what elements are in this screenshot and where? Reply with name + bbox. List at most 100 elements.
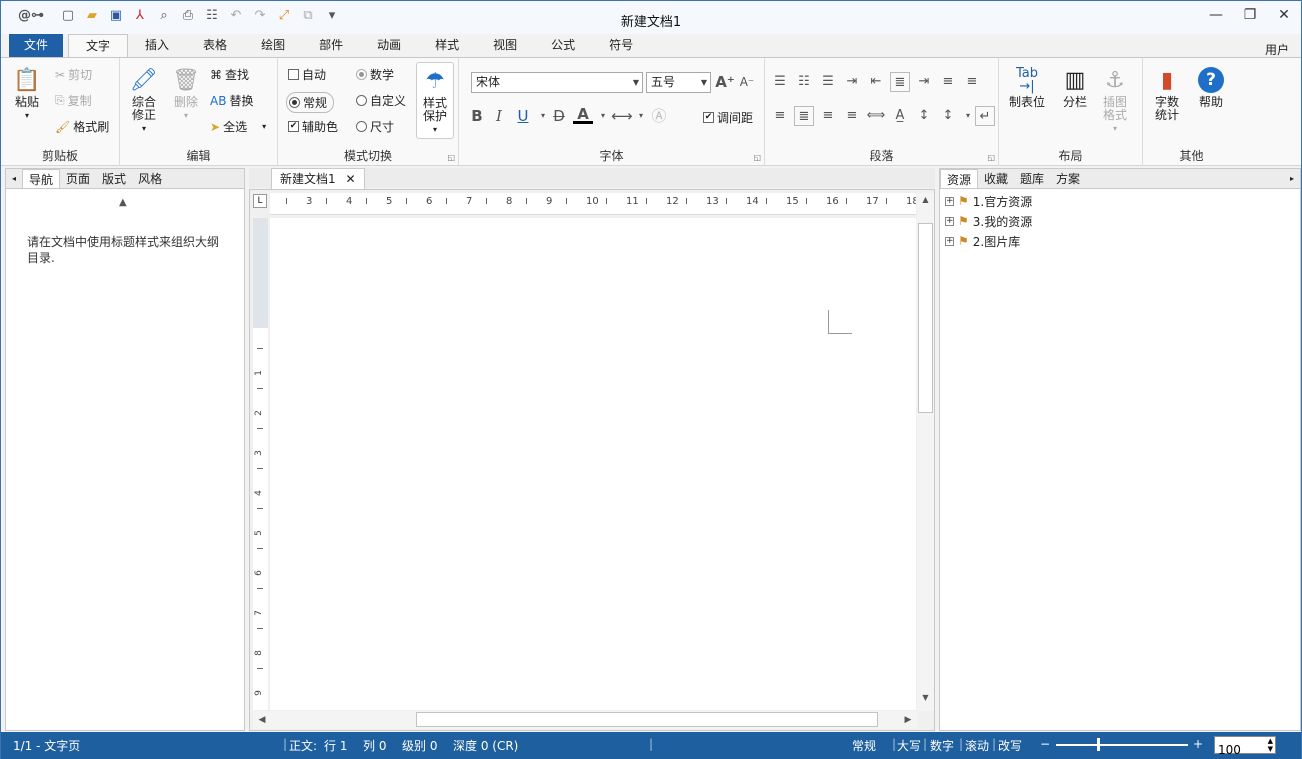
style-protect-button[interactable]: ☂ 样式 保护 ▾: [416, 62, 454, 139]
zoom-input[interactable]: 100 ▲ ▼: [1214, 736, 1276, 757]
horizontal-scroll-thumb[interactable]: [416, 712, 878, 727]
zoom-out-icon[interactable]: −: [1040, 737, 1050, 751]
enclosed-char-icon[interactable]: Ⓐ: [649, 106, 669, 126]
restore-icon[interactable]: ❐: [1233, 1, 1267, 29]
align-left-icon[interactable]: ≡: [770, 106, 790, 126]
tab-solutions[interactable]: 方案: [1050, 169, 1086, 188]
indent-right-icon[interactable]: ⇥: [914, 72, 934, 92]
adjust-spacing-checkbox[interactable]: ✔ 调间距: [703, 109, 753, 126]
tab-insert[interactable]: 插入: [128, 34, 186, 57]
space-after-icon[interactable]: ≡: [962, 72, 982, 92]
tree-node[interactable]: + ⚑ 3.我的资源: [945, 211, 1032, 231]
tab-stop-button[interactable]: Tab →| 制表位: [1009, 64, 1045, 109]
assist-checkbox[interactable]: ✔ 辅助色: [288, 118, 338, 135]
tree-node[interactable]: + ⚑ 2.图片库: [945, 231, 1032, 251]
tab-draw[interactable]: 绘图: [244, 34, 302, 57]
tab-file[interactable]: 文件: [9, 34, 64, 57]
line-spacing-icon[interactable]: ↕: [914, 106, 934, 126]
collapse-left-icon[interactable]: ◂: [6, 169, 22, 188]
scroll-left-icon[interactable]: ◀: [255, 712, 269, 728]
expand-right-icon[interactable]: ▸: [1284, 169, 1300, 188]
multilevel-list-icon[interactable]: ☰: [818, 72, 838, 92]
mode-launcher-icon[interactable]: ◱: [447, 153, 455, 162]
paste-button[interactable]: 📋 粘贴 ▾: [11, 64, 43, 122]
format-painter-button[interactable]: 🖌 格式刷: [55, 118, 109, 135]
close-icon[interactable]: ✕: [1267, 1, 1301, 29]
vertical-scrollbar[interactable]: ▲ ▼: [917, 193, 934, 711]
tab-formula[interactable]: 公式: [534, 34, 592, 57]
revise-button[interactable]: 🖍 综合 修正 ▾: [128, 64, 160, 135]
delete-button[interactable]: 🗑 删除 ▾: [170, 64, 202, 122]
tab-parts[interactable]: 部件: [302, 34, 360, 57]
zoom-in-icon[interactable]: +: [1193, 737, 1203, 751]
tab-type-icon[interactable]: L: [253, 194, 267, 208]
align-right-icon[interactable]: ≡: [842, 106, 862, 126]
tab-question-bank[interactable]: 题库: [1014, 169, 1050, 188]
tab-resources[interactable]: 资源: [940, 169, 979, 188]
tree-node[interactable]: + ⚑ 1.官方资源: [945, 191, 1032, 211]
expand-icon[interactable]: +: [945, 236, 954, 246]
scroll-up-icon[interactable]: ▲: [917, 195, 934, 211]
tab-format[interactable]: 版式: [96, 169, 132, 188]
help-button[interactable]: ? 帮助: [1195, 64, 1227, 109]
size-radio[interactable]: 尺寸: [356, 118, 394, 135]
align-justify-icon[interactable]: ≣: [794, 106, 814, 126]
font-size-select[interactable]: 五号 ▼: [646, 72, 711, 93]
scroll-up-icon[interactable]: ▲: [119, 197, 127, 208]
expand-icon[interactable]: +: [945, 196, 954, 206]
document-tab[interactable]: 新建文档1 ✕: [271, 168, 365, 189]
tab-style-panel[interactable]: 风格: [132, 169, 168, 188]
tab-table[interactable]: 表格: [186, 34, 244, 57]
font-name-select[interactable]: 宋体 ▼: [471, 72, 643, 93]
paragraph-format-icon[interactable]: ≣: [890, 72, 910, 92]
columns-button[interactable]: ▥ 分栏: [1059, 64, 1091, 109]
line-break-icon[interactable]: ↵: [975, 106, 995, 126]
tab-navigation[interactable]: 导航: [22, 169, 61, 188]
font-color-icon[interactable]: A: [573, 106, 593, 124]
spacing-dropdown-icon[interactable]: ▾: [631, 106, 651, 126]
para-spacing-icon[interactable]: ↕: [938, 106, 958, 126]
find-button[interactable]: ⌘ 查找: [210, 66, 249, 83]
tab-pages[interactable]: 页面: [60, 169, 96, 188]
image-format-button[interactable]: ⚓ 插图 格式 ▾: [1099, 64, 1131, 135]
font-color-dropdown-icon[interactable]: ▾: [593, 106, 613, 126]
zoom-slider-handle[interactable]: [1097, 738, 1100, 751]
auto-checkbox[interactable]: 自动: [288, 66, 326, 83]
align-center-icon[interactable]: ≡: [818, 106, 838, 126]
font-launcher-icon[interactable]: ◱: [753, 153, 761, 162]
normal-radio[interactable]: 常规: [286, 92, 335, 113]
tab-favorites[interactable]: 收藏: [978, 169, 1014, 188]
horizontal-scrollbar[interactable]: ◀ ▶: [253, 711, 917, 729]
minimize-icon[interactable]: —: [1199, 1, 1233, 29]
custom-radio[interactable]: 自定义: [356, 92, 406, 109]
select-all-button[interactable]: ➤ 全选 ▾: [210, 118, 266, 135]
document-page[interactable]: [270, 218, 916, 710]
underline-icon[interactable]: U: [513, 106, 533, 126]
bold-icon[interactable]: B: [467, 106, 487, 126]
scroll-down-icon[interactable]: ▼: [917, 693, 934, 709]
word-count-button[interactable]: ▮ 字数 统计: [1151, 64, 1183, 122]
copy-button[interactable]: ⎘ 复制: [55, 92, 92, 109]
tab-view[interactable]: 视图: [476, 34, 534, 57]
zoom-spinner-icon[interactable]: ▲ ▼: [1268, 737, 1273, 753]
replace-button[interactable]: AB 替换: [210, 92, 253, 109]
user-menu[interactable]: 用户: [1265, 41, 1289, 58]
scroll-right-icon[interactable]: ▶: [901, 712, 915, 728]
distribute-icon[interactable]: ⟺: [866, 106, 886, 126]
bullet-list-icon[interactable]: ☰: [770, 72, 790, 92]
close-tab-icon[interactable]: ✕: [345, 172, 355, 186]
tab-text[interactable]: 文字: [68, 34, 129, 57]
numbered-list-icon[interactable]: ☷: [794, 72, 814, 92]
text-direction-icon[interactable]: A̲: [890, 106, 910, 126]
cut-button[interactable]: ✂ 剪切: [55, 66, 92, 83]
strikethrough-icon[interactable]: D: [549, 106, 569, 126]
shrink-font-icon[interactable]: A⁻: [737, 72, 757, 92]
tab-symbol[interactable]: 符号: [592, 34, 650, 57]
grow-font-icon[interactable]: A⁺: [715, 72, 735, 92]
expand-icon[interactable]: +: [945, 216, 954, 226]
math-radio[interactable]: 数学: [356, 66, 394, 83]
space-before-icon[interactable]: ≡: [938, 72, 958, 92]
char-spacing-icon[interactable]: ⟷: [611, 106, 633, 126]
decrease-indent-icon[interactable]: ⇤: [866, 72, 886, 92]
tab-animation[interactable]: 动画: [360, 34, 418, 57]
